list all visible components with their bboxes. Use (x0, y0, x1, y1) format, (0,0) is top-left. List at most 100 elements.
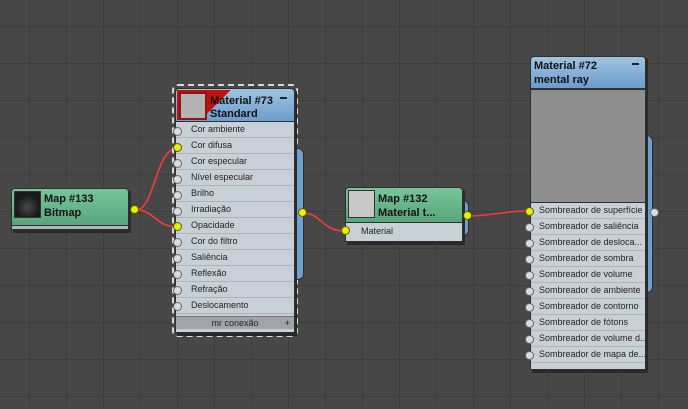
slot-cor-especular[interactable]: Cor especular (176, 154, 294, 170)
slot-label: Sombreador de saliência (539, 221, 639, 231)
slot-label: Deslocamento (191, 300, 249, 310)
input-socket-sombreador-fotons[interactable] (525, 319, 534, 328)
node-material-72[interactable]: Material #72 mental ray Sombreador de su… (530, 56, 646, 370)
slot-label: Nível especular (191, 172, 254, 182)
slot-list: Sombreador de superfície Sombreador de s… (530, 203, 646, 370)
slot-nivel-especular[interactable]: Nível especular (176, 170, 294, 186)
slot-cor-ambiente[interactable]: Cor ambiente (176, 122, 294, 138)
slot-sombreador-volume-d[interactable]: Sombreador de volume d... (531, 331, 645, 347)
node-subtitle: Standard (210, 108, 258, 120)
input-socket-deslocamento[interactable] (173, 302, 182, 311)
input-socket-refracao[interactable] (173, 286, 182, 295)
slot-sombreador-deslocamento[interactable]: Sombreador de desloca... (531, 235, 645, 251)
slot-sombreador-ambiente[interactable]: Sombreador de ambiente (531, 283, 645, 299)
map132-output-socket[interactable] (463, 211, 472, 220)
slot-material[interactable]: Material (346, 223, 462, 241)
input-socket-sombreador-saliencia[interactable] (525, 223, 534, 232)
input-socket-opacidade[interactable] (173, 222, 182, 231)
node-map-132[interactable]: Map #132 Material t... Material (345, 187, 463, 242)
node-map-133[interactable]: Map #133 Bitmap (11, 188, 129, 230)
input-socket-cor-ambiente[interactable] (173, 127, 182, 136)
slot-label: Refração (191, 284, 228, 294)
slot-label: Reflexão (191, 268, 227, 278)
input-socket-sombreador-volume[interactable] (525, 271, 534, 280)
material-preview (530, 89, 646, 203)
slot-label: Sombreador de volume d... (539, 333, 645, 343)
input-socket-sombreador-volume-d[interactable] (525, 335, 534, 344)
slot-saliencia[interactable]: Saliência (176, 250, 294, 266)
input-socket-saliencia[interactable] (173, 254, 182, 263)
slot-label: Sombreador de desloca... (539, 237, 643, 247)
slot-label: Saliência (191, 252, 228, 262)
node-title: Map #133 (44, 193, 94, 205)
input-socket-material[interactable] (341, 226, 350, 235)
slot-label: Cor difusa (191, 140, 233, 150)
slot-sombreador-volume[interactable]: Sombreador de volume (531, 267, 645, 283)
map133-output-socket[interactable] (130, 205, 139, 214)
slot-label: Sombreador de sombra (539, 253, 634, 263)
slot-label: Sombreador de volume (539, 269, 633, 279)
slot-label: Material (361, 226, 394, 236)
input-socket-nivel-especular[interactable] (173, 175, 182, 184)
slot-sombreador-mapa[interactable]: Sombreador de mapa de... (531, 347, 645, 363)
slot-sombreador-saliencia[interactable]: Sombreador de saliência (531, 219, 645, 235)
input-socket-cor-difusa[interactable] (173, 143, 182, 152)
slot-sombreador-contorno[interactable]: Sombreador de contorno (531, 299, 645, 315)
slot-cor-do-filtro[interactable]: Cor do filtro (176, 234, 294, 250)
plus-icon: + (284, 318, 290, 328)
minimize-icon[interactable] (280, 97, 287, 99)
slot-label: Opacidade (191, 220, 235, 230)
node-subtitle: mental ray (534, 74, 590, 86)
input-socket-brilho[interactable] (173, 191, 182, 200)
slot-label: Cor especular (191, 156, 248, 166)
input-socket-irradiacao[interactable] (173, 207, 182, 216)
slot-refracao[interactable]: Refração (176, 282, 294, 298)
slot-sombreador-sombra[interactable]: Sombreador de sombra (531, 251, 645, 267)
wire-map132-to-mat72 (467, 210, 530, 217)
bitmap-thumbnail (14, 191, 41, 218)
input-socket-cor-do-filtro[interactable] (173, 238, 182, 247)
slot-reflexao[interactable]: Reflexão (176, 266, 294, 282)
minimize-icon[interactable] (632, 63, 639, 65)
node-subtitle: Bitmap (44, 207, 82, 219)
wire-mat73-to-map132 (301, 212, 345, 232)
slot-brilho[interactable]: Brilho (176, 186, 294, 202)
slot-label: Sombreador de ambiente (539, 285, 641, 295)
slot-sombreador-fotons[interactable]: Sombreador de fótons (531, 315, 645, 331)
slot-label: Irradiação (191, 204, 232, 214)
node-title: Material #73 (210, 95, 273, 107)
slot-label: Cor ambiente (191, 124, 246, 134)
input-socket-sombreador-contorno[interactable] (525, 303, 534, 312)
node-subtitle: Material t... (378, 207, 436, 219)
slot-label: Brilho (191, 188, 215, 198)
rollout-mr-conexao[interactable]: mr conexão + (176, 316, 294, 329)
input-socket-sombreador-deslocamento[interactable] (525, 239, 534, 248)
slot-list: Material (345, 223, 463, 242)
input-socket-cor-especular[interactable] (173, 159, 182, 168)
slot-irradiacao[interactable]: Irradiação (176, 202, 294, 218)
slot-label: Sombreador de superfície (539, 205, 643, 215)
node-title: Map #132 (378, 193, 428, 205)
material-thumbnail (179, 92, 207, 120)
rollout-label: mr conexão (211, 318, 259, 328)
node-title: Material #72 (534, 60, 597, 72)
slot-label: Sombreador de mapa de... (539, 349, 645, 359)
slot-label: Sombreador de fótons (539, 317, 629, 327)
slot-label: Cor do filtro (191, 236, 238, 246)
mat73-output-socket[interactable] (298, 208, 307, 217)
slot-deslocamento[interactable]: Deslocamento (176, 298, 294, 314)
mat72-output-socket[interactable] (650, 208, 659, 217)
node-material-73[interactable]: Material #73 Standard Cor ambiente Cor d… (175, 88, 295, 333)
slot-opacidade[interactable]: Opacidade (176, 218, 294, 234)
slot-list: Cor ambiente Cor difusa Cor especular Ní… (175, 122, 295, 333)
input-socket-reflexao[interactable] (173, 270, 182, 279)
material-thumbnail (348, 190, 375, 218)
input-socket-sombreador-ambiente[interactable] (525, 287, 534, 296)
slot-label: Sombreador de contorno (539, 301, 639, 311)
input-socket-sombreador-superficie[interactable] (525, 207, 534, 216)
slot-cor-difusa[interactable]: Cor difusa (176, 138, 294, 154)
input-socket-sombreador-sombra[interactable] (525, 255, 534, 264)
node-footer (11, 225, 129, 230)
input-socket-sombreador-mapa[interactable] (525, 351, 534, 360)
slot-sombreador-superficie[interactable]: Sombreador de superfície (531, 203, 645, 219)
